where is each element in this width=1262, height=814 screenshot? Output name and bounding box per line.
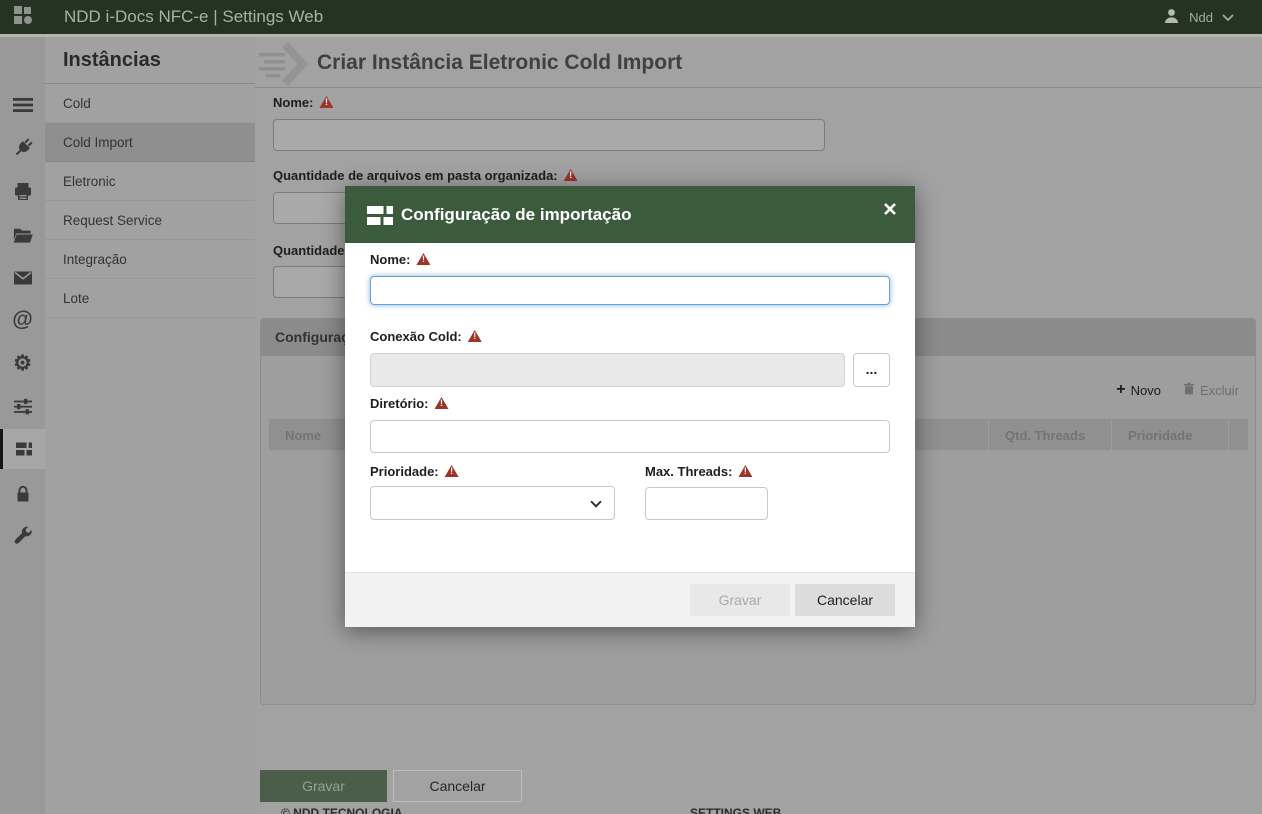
- sidebar-item-cold[interactable]: Cold: [45, 84, 255, 123]
- trash-icon: [1183, 382, 1195, 398]
- chevron-down-icon: [1222, 10, 1234, 25]
- new-button[interactable]: + Novo: [1116, 381, 1161, 399]
- modal-max-threads-input[interactable]: [645, 487, 768, 520]
- import-config-modal: Configuração de importação Nome: Conexão…: [345, 186, 915, 627]
- top-bar: NDD i-Docs NFC-e | Settings Web Ndd: [0, 0, 1262, 34]
- column-header-empty: [1228, 419, 1248, 450]
- plug-icon[interactable]: [0, 128, 45, 168]
- warning-icon: [416, 253, 430, 265]
- close-icon[interactable]: [881, 200, 899, 218]
- warning-icon: [468, 330, 482, 342]
- warning-icon: [435, 397, 449, 409]
- footer: © NDD TECNOLOGIA SETTINGS WEB: [255, 806, 1262, 814]
- warning-icon: [564, 169, 578, 181]
- rows-icon: [367, 202, 394, 233]
- chevron-down-icon: [590, 496, 601, 507]
- delete-button[interactable]: Excluir: [1183, 382, 1239, 398]
- browse-button[interactable]: ...: [853, 353, 890, 387]
- modal-nome-input[interactable]: [370, 276, 890, 305]
- column-header-prioridade[interactable]: Prioridade: [1111, 419, 1228, 450]
- modal-label-nome: Nome:: [370, 252, 430, 267]
- panel-toolbar: + Novo Excluir: [1116, 381, 1239, 399]
- warning-icon: [738, 465, 752, 477]
- instances-sidebar: Instâncias Cold Cold Import Eletronic Re…: [45, 37, 255, 814]
- page-header-watermark-icon: [257, 41, 315, 92]
- sidebar-item-request-service[interactable]: Request Service: [45, 201, 255, 240]
- modal-footer: Gravar Cancelar: [345, 572, 915, 627]
- envelope-icon[interactable]: [0, 257, 45, 297]
- app-root: NDD i-Docs NFC-e | Settings Web Ndd: [0, 0, 1262, 814]
- user-menu[interactable]: Ndd: [1163, 0, 1234, 34]
- modal-label-max-threads: Max. Threads:: [645, 464, 752, 479]
- modal-save-button[interactable]: Gravar: [690, 584, 790, 616]
- sliders-icon[interactable]: [0, 386, 45, 426]
- wrench-icon[interactable]: [0, 516, 45, 556]
- page-title: Criar Instância Eletronic Cold Import: [317, 37, 682, 88]
- icon-rail: @ ⚙: [0, 37, 45, 814]
- plus-icon: +: [1116, 381, 1125, 399]
- modal-conexao-input: [370, 353, 845, 387]
- instances-icon-selected[interactable]: [0, 429, 45, 469]
- field-label-nome: Nome:: [273, 95, 333, 110]
- modal-prioridade-select[interactable]: [370, 486, 615, 520]
- app-grid-icon[interactable]: [12, 4, 34, 31]
- modal-label-diretorio: Diretório:: [370, 396, 449, 411]
- user-name: Ndd: [1189, 10, 1213, 25]
- nome-input[interactable]: [273, 119, 825, 151]
- sidebar-item-cold-import[interactable]: Cold Import: [45, 123, 255, 162]
- at-sign-icon[interactable]: @: [0, 300, 45, 340]
- footer-app-label: SETTINGS WEB: [690, 806, 781, 814]
- column-header-qtd-threads[interactable]: Qtd. Threads: [988, 419, 1111, 450]
- sidebar-item-integracao[interactable]: Integração: [45, 240, 255, 279]
- footer-copyright: © NDD TECNOLOGIA: [281, 806, 403, 814]
- app-title: NDD i-Docs NFC-e | Settings Web: [64, 7, 323, 27]
- menu-icon[interactable]: [0, 85, 45, 125]
- sidebar-item-eletronic[interactable]: Eletronic: [45, 162, 255, 201]
- modal-diretorio-input[interactable]: [370, 420, 890, 453]
- sidebar-title: Instâncias: [45, 37, 255, 84]
- lock-icon[interactable]: [0, 473, 45, 513]
- page-header: Criar Instância Eletronic Cold Import: [255, 37, 1262, 88]
- field-label-qtd-partial: Quantidade: [273, 243, 345, 258]
- gear-icon[interactable]: ⚙: [0, 343, 45, 383]
- modal-header: Configuração de importação: [345, 186, 915, 243]
- sidebar-item-lote[interactable]: Lote: [45, 279, 255, 318]
- cancel-button[interactable]: Cancelar: [393, 770, 522, 802]
- save-button[interactable]: Gravar: [260, 770, 387, 802]
- modal-title: Configuração de importação: [401, 186, 631, 243]
- printer-icon[interactable]: [0, 171, 45, 211]
- warning-icon: [319, 96, 333, 108]
- field-label-qtd-arquivos: Quantidade de arquivos em pasta organiza…: [273, 168, 578, 183]
- modal-cancel-button[interactable]: Cancelar: [795, 584, 895, 616]
- user-icon: [1163, 8, 1180, 27]
- warning-icon: [445, 465, 459, 477]
- modal-label-conexao: Conexão Cold:: [370, 329, 482, 344]
- folder-open-icon[interactable]: [0, 214, 45, 254]
- modal-label-prioridade: Prioridade:: [370, 464, 459, 479]
